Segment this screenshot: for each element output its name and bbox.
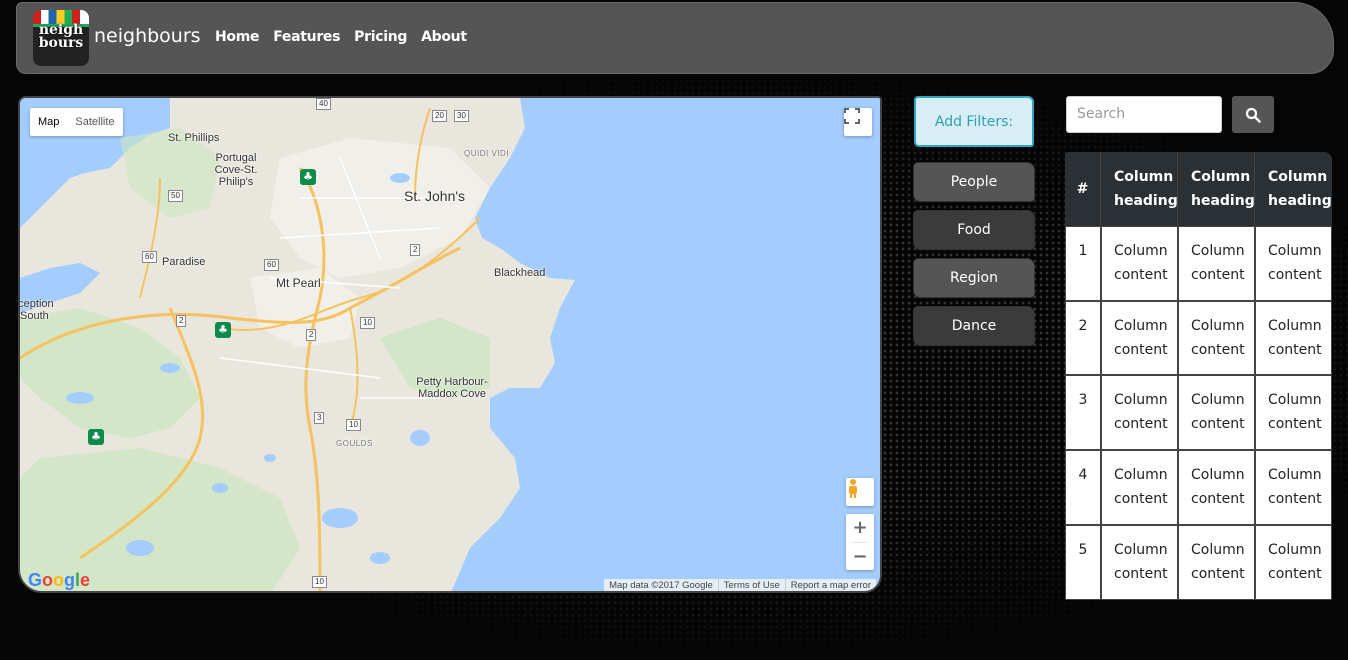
route-shield: 60: [142, 251, 157, 263]
route-shield: 3: [314, 412, 325, 424]
fullscreen-button[interactable]: [844, 108, 872, 136]
table-cell: Column content: [1255, 525, 1332, 600]
nav-pricing[interactable]: Pricing: [354, 29, 407, 45]
route-shield: 2: [176, 315, 187, 327]
map-label: Paradise: [162, 256, 206, 268]
map-label: Mt Pearl: [276, 276, 321, 290]
table-cell: Column content: [1178, 226, 1255, 301]
table-cell: Column content: [1101, 226, 1178, 301]
table-cell: Column content: [1101, 375, 1178, 450]
nav-about[interactable]: About: [421, 29, 467, 45]
table-cell: Column content: [1255, 375, 1332, 450]
table-cell: Column content: [1101, 525, 1178, 600]
route-shield: 10: [360, 317, 375, 329]
map-type-control: Map Satellite: [30, 108, 123, 136]
search-icon: [1245, 107, 1261, 123]
table-cell: Column content: [1178, 301, 1255, 375]
table-cell-number: 3: [1065, 375, 1101, 450]
park-icon[interactable]: ♣: [88, 429, 104, 445]
map-type-satellite[interactable]: Satellite: [67, 108, 122, 136]
report-map-error-link[interactable]: Report a map error: [786, 579, 876, 591]
table-cell: Column content: [1101, 301, 1178, 375]
route-shield: 60: [264, 259, 279, 271]
table-header-text: Column heading: [1114, 169, 1178, 209]
route-shield: 10: [346, 419, 361, 431]
nav-features[interactable]: Features: [273, 29, 340, 45]
map-label: GOULDS: [336, 439, 373, 448]
map-label: Conception Bay South: [18, 298, 54, 322]
table-cell: Column content: [1178, 525, 1255, 600]
navbar: neigh bours neighbours Home Features Pri…: [16, 2, 1334, 74]
route-shield: 2: [410, 244, 421, 256]
table-cell: Column content: [1255, 450, 1332, 525]
table-header: Column heading: [1101, 152, 1178, 226]
brand-name[interactable]: neighbours: [94, 25, 201, 47]
table-header: Column heading: [1255, 152, 1332, 226]
zoom-control: + −: [846, 514, 874, 570]
table-cell-number: 5: [1065, 525, 1101, 600]
zoom-out-button[interactable]: −: [846, 543, 874, 571]
table-header-text: Column heading: [1191, 169, 1255, 209]
route-shield: 30: [454, 110, 469, 122]
street-view-button[interactable]: [846, 478, 874, 506]
map-label: Blackhead: [494, 267, 546, 279]
route-shield: 40: [316, 98, 331, 110]
zoom-in-button[interactable]: +: [846, 514, 874, 542]
nav-home[interactable]: Home: [215, 29, 260, 45]
table-header: Column heading: [1178, 152, 1255, 226]
route-shield: 10: [312, 576, 327, 588]
pegman-icon: [849, 479, 857, 498]
table-cell: Column content: [1255, 301, 1332, 375]
fullscreen-icon: [844, 108, 860, 124]
map-label: Petty Harbour-Maddox Cove: [416, 376, 488, 400]
nav-links: Home Features Pricing About: [215, 29, 481, 45]
table-cell-number: 4: [1065, 450, 1101, 525]
route-shield: 2: [306, 329, 317, 341]
filter-region-button[interactable]: Region: [914, 259, 1034, 297]
google-logo: Google: [28, 570, 91, 590]
map-type-map[interactable]: Map: [30, 108, 67, 136]
park-icon[interactable]: ♣: [215, 322, 231, 338]
park-icon[interactable]: ♣: [300, 169, 316, 185]
route-shield: 50: [168, 190, 183, 202]
table-cell: Column content: [1178, 375, 1255, 450]
add-filters-button[interactable]: Add Filters:: [914, 96, 1034, 147]
table-cell: Column content: [1101, 450, 1178, 525]
map-attribution: Map data ©2017 Google Terms of Use Repor…: [604, 579, 876, 591]
map-canvas: [20, 98, 880, 591]
terms-of-use-link[interactable]: Terms of Use: [719, 579, 786, 591]
filter-dance-button[interactable]: Dance: [914, 307, 1034, 345]
table-header: #: [1065, 152, 1101, 226]
route-shield: 20: [432, 110, 447, 122]
table-cell: Column content: [1178, 450, 1255, 525]
logo-text: neigh bours: [38, 22, 84, 51]
map-data-text: Map data ©2017 Google: [604, 579, 719, 591]
map-label: St. Phillips: [168, 132, 220, 144]
table-cell-number: 2: [1065, 301, 1101, 375]
map-label: Portugal Cove-St. Philip's: [214, 152, 258, 188]
data-table: # Column heading Column heading Column h…: [1065, 152, 1332, 600]
logo[interactable]: neigh bours: [33, 10, 89, 66]
table-cell-number: 1: [1065, 226, 1101, 301]
map[interactable]: Map Satellite St. Phillips Portugal Cove…: [18, 96, 882, 593]
map-label: St. John's: [404, 188, 466, 204]
map-label: QUIDI VIDI: [464, 149, 510, 158]
table-cell: Column content: [1255, 226, 1332, 301]
filter-food-button[interactable]: Food: [914, 211, 1034, 249]
table-header-text: Column heading: [1268, 169, 1332, 209]
search-button[interactable]: [1232, 96, 1274, 133]
filter-people-button[interactable]: People: [914, 163, 1034, 201]
search-input[interactable]: Search: [1066, 96, 1222, 133]
